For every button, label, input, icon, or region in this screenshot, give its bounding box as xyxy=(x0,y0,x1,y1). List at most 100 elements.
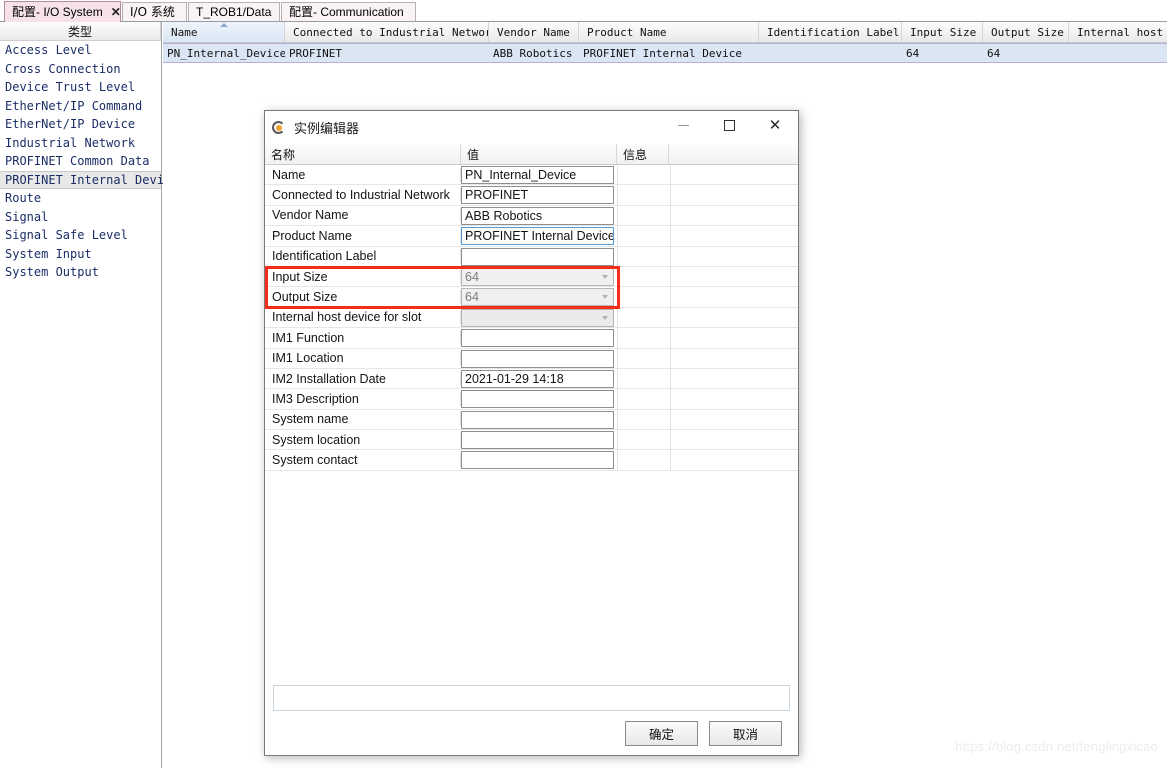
column-header-label: Connected to Industrial Network xyxy=(293,25,489,39)
column-header-1[interactable]: Connected to Industrial Network xyxy=(285,22,489,42)
property-label: System location xyxy=(265,432,461,447)
close-icon[interactable]: ✕ xyxy=(752,111,798,139)
tab-3[interactable]: 配置 - Communication xyxy=(281,2,416,21)
column-header-label: Output Size xyxy=(991,25,1064,39)
property-input[interactable]: PROFINET Internal Device xyxy=(461,227,614,246)
property-value-cell xyxy=(461,348,618,368)
sidebar-item-10[interactable]: Signal Safe Level xyxy=(0,226,161,245)
property-input[interactable] xyxy=(461,390,614,409)
property-row-12[interactable]: System name xyxy=(265,409,798,431)
description-input[interactable] xyxy=(273,685,790,711)
property-row-filler xyxy=(671,328,798,347)
property-row-11[interactable]: IM3 Description xyxy=(265,389,798,410)
tab-0[interactable]: 配置 - I/O System ✕ xyxy=(4,1,121,22)
dialog-button-bar: 确定 取消 xyxy=(265,711,798,755)
property-info-cell xyxy=(618,450,671,470)
sidebar-item-12[interactable]: System Output xyxy=(0,263,161,282)
minimize-button[interactable] xyxy=(660,111,706,139)
column-header-0[interactable]: Name xyxy=(163,22,285,42)
dialog-column-header-0: 名称 xyxy=(265,144,461,164)
property-input[interactable]: PROFINET xyxy=(461,186,614,205)
property-row-3[interactable]: Product Name PROFINET Internal Device xyxy=(265,226,798,247)
property-input[interactable]: 2021-01-29 14:18 xyxy=(461,369,614,388)
property-row-filler xyxy=(671,410,798,429)
property-row-13[interactable]: System location xyxy=(265,430,798,451)
table-row[interactable]: PN_Internal_Device PROFINET ABB Robotics PR… xyxy=(163,43,1167,63)
tab-label: - I/O System xyxy=(36,5,103,19)
sidebar-item-4[interactable]: EtherNet/IP Device xyxy=(0,115,161,134)
column-header-7[interactable]: Internal host device xyxy=(1069,22,1167,42)
sidebar-item-9[interactable]: Signal xyxy=(0,208,161,227)
property-input[interactable] xyxy=(461,329,614,348)
tab-close-icon[interactable]: ✕ xyxy=(111,5,121,19)
property-input[interactable] xyxy=(461,410,614,429)
column-header-4[interactable]: Identification Label xyxy=(759,22,902,42)
property-info-cell xyxy=(618,226,671,246)
tab-2[interactable]: T_ROB1/Data xyxy=(188,2,280,21)
chevron-down-icon[interactable] xyxy=(602,274,608,279)
property-label: System name xyxy=(265,412,461,427)
property-value-cell xyxy=(461,450,618,470)
ok-button[interactable]: 确定 xyxy=(625,720,698,746)
property-info-cell xyxy=(618,389,671,409)
sidebar-item-2[interactable]: Device Trust Level xyxy=(0,78,161,97)
property-row-10[interactable]: IM2 Installation Date 2021-01-29 14:18 xyxy=(265,368,798,390)
dialog-column-header-1: 值 xyxy=(461,144,617,164)
property-input[interactable] xyxy=(461,431,614,450)
property-input[interactable] xyxy=(461,247,614,266)
column-header-2[interactable]: Vendor Name xyxy=(489,22,579,42)
property-row-5[interactable]: Input Size 64 xyxy=(265,266,798,288)
property-value-cell xyxy=(461,430,618,450)
tab-1[interactable]: I/O 系统 xyxy=(122,2,187,21)
chevron-down-icon[interactable] xyxy=(602,295,608,300)
sidebar-item-3[interactable]: EtherNet/IP Command xyxy=(0,97,161,116)
cancel-button[interactable]: 取消 xyxy=(709,720,782,746)
property-row-2[interactable]: Vendor Name ABB Robotics xyxy=(265,205,798,227)
property-row-7[interactable]: Internal host device for slot xyxy=(265,307,798,329)
property-combobox[interactable] xyxy=(461,308,614,327)
property-info-cell xyxy=(618,287,671,307)
property-input[interactable] xyxy=(461,349,614,368)
column-header-label: Input Size xyxy=(910,25,977,39)
property-row-14[interactable]: System contact xyxy=(265,450,798,471)
property-value-cell: 2021-01-29 14:18 xyxy=(461,368,618,389)
chevron-down-icon[interactable] xyxy=(602,315,608,320)
property-combobox[interactable]: 64 xyxy=(461,267,614,286)
tab-label: - Communication xyxy=(313,5,404,19)
sidebar-item-8[interactable]: Route xyxy=(0,189,161,208)
sidebar-item-11[interactable]: System Input xyxy=(0,245,161,264)
property-row-filler xyxy=(671,206,798,225)
sidebar-item-0[interactable]: Access Level xyxy=(0,41,161,60)
sidebar-item-6[interactable]: PROFINET Common Data xyxy=(0,152,161,171)
property-row-8[interactable]: IM1 Function xyxy=(265,328,798,349)
property-row-6[interactable]: Output Size 64 xyxy=(265,287,798,308)
instance-editor-dialog: 实例编辑器 ✕ 名称值信息 Name PN_Internal_Device Conn… xyxy=(264,110,799,756)
property-input[interactable]: PN_Internal_Device xyxy=(461,166,614,184)
property-row-filler xyxy=(671,267,798,286)
watermark: https://blog.csdn.net/fenglingxicao xyxy=(955,739,1158,754)
property-input[interactable] xyxy=(461,451,614,470)
property-row-9[interactable]: IM1 Location xyxy=(265,348,798,369)
property-value-cell: 64 xyxy=(461,266,618,287)
property-value-cell: PN_Internal_Device xyxy=(461,165,618,185)
property-combobox[interactable]: 64 xyxy=(461,288,614,307)
column-header-5[interactable]: Input Size xyxy=(902,22,983,42)
property-row-0[interactable]: Name PN_Internal_Device xyxy=(265,165,798,186)
property-row-1[interactable]: Connected to Industrial Network PROFINET xyxy=(265,185,798,206)
property-input[interactable]: ABB Robotics xyxy=(461,206,614,225)
property-info-cell xyxy=(618,185,671,205)
property-info-cell xyxy=(618,165,671,185)
column-header-3[interactable]: Product Name xyxy=(579,22,759,42)
column-header-6[interactable]: Output Size xyxy=(983,22,1069,42)
property-row-filler xyxy=(671,430,798,449)
tab-label-zh: 配置 xyxy=(12,5,37,19)
dialog-title-bar[interactable]: 实例编辑器 ✕ xyxy=(265,111,798,144)
property-row-4[interactable]: Identification Label xyxy=(265,246,798,267)
property-row-filler xyxy=(671,247,798,266)
instance-editor-icon xyxy=(272,120,288,136)
sidebar-item-7[interactable]: PROFINET Internal Device xyxy=(0,170,178,189)
maximize-button[interactable] xyxy=(706,111,752,139)
sidebar-item-5[interactable]: Industrial Network xyxy=(0,134,161,153)
sort-ascending-icon xyxy=(219,23,228,27)
sidebar-item-1[interactable]: Cross Connection xyxy=(0,60,161,79)
